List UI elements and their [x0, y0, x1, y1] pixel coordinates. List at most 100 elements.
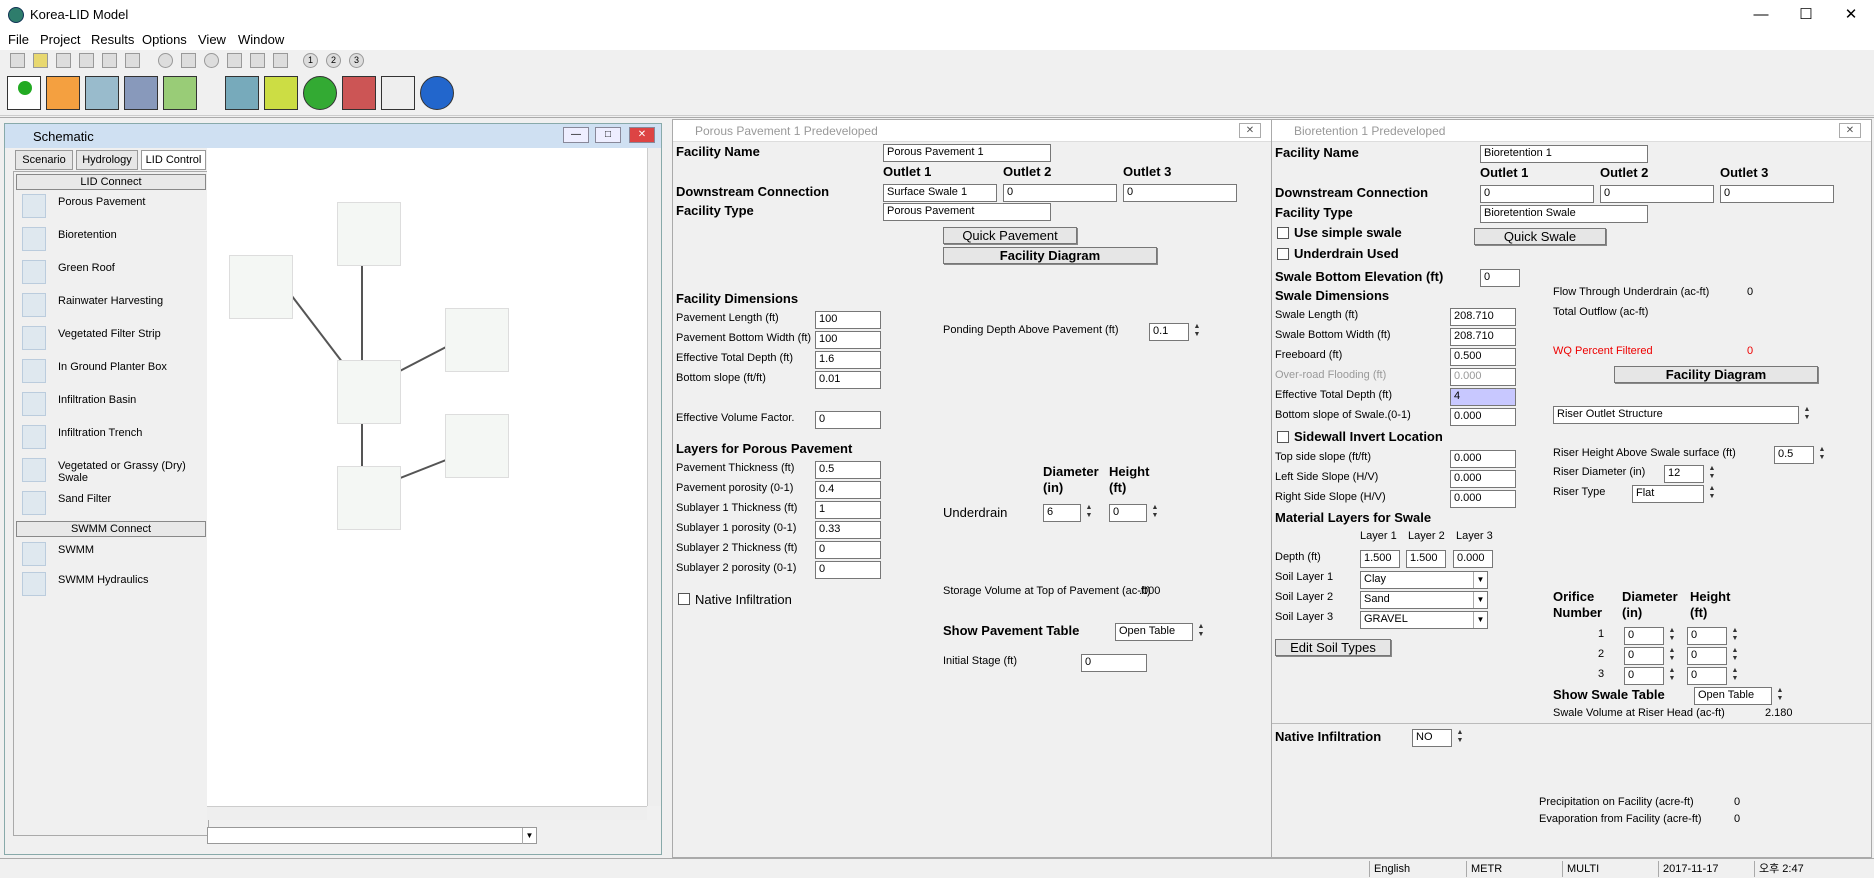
minimize-button[interactable]: —: [1738, 0, 1784, 30]
simple-swale-checkbox[interactable]: [1277, 227, 1289, 239]
riser-height-field[interactable]: 0.5: [1774, 446, 1814, 464]
initial-stage-field[interactable]: 0: [1081, 654, 1147, 672]
save-as-icon[interactable]: [124, 76, 158, 110]
swale-bottom-elev-field[interactable]: 0: [1480, 269, 1520, 287]
swale-slope-field[interactable]: 0.000: [1450, 408, 1516, 426]
swale-length-field[interactable]: 208.710: [1450, 308, 1516, 326]
orifice-2-height[interactable]: 0: [1687, 647, 1727, 665]
bio-close-button[interactable]: ✕: [1839, 123, 1861, 138]
menu-view[interactable]: View: [198, 32, 226, 47]
bio-facility-name-field[interactable]: Bioretention 1: [1480, 145, 1648, 163]
pavement-length-field[interactable]: 100: [815, 311, 881, 329]
ponding-spinner[interactable]: ▲ ▼: [1191, 323, 1203, 341]
bio-native-infiltration-field[interactable]: NO: [1412, 729, 1452, 747]
schematic-minimize-button[interactable]: —: [563, 127, 589, 143]
tab-scenario[interactable]: Scenario: [15, 150, 73, 170]
right-side-slope-field[interactable]: 0.000: [1450, 490, 1516, 508]
grid-icon[interactable]: [227, 53, 242, 68]
lid-item-infiltration-basin[interactable]: Infiltration Basin: [20, 390, 208, 420]
green-roof-node[interactable]: [337, 202, 401, 266]
schematic-restore-button[interactable]: □: [595, 127, 621, 143]
lid-item-planter-box[interactable]: In Ground Planter Box: [20, 357, 208, 387]
bottom-slope-field[interactable]: 0.01: [815, 371, 881, 389]
porous-facility-diagram-button[interactable]: Facility Diagram: [943, 247, 1157, 264]
pavement-width-field[interactable]: 100: [815, 331, 881, 349]
table-icon[interactable]: [102, 53, 117, 68]
underdrain-used-checkbox[interactable]: [1277, 248, 1289, 260]
native-infiltration-checkbox[interactable]: [678, 593, 690, 605]
lid-item-green-roof[interactable]: Green Roof: [20, 258, 208, 288]
lid-item-rainwater-harvesting[interactable]: Rainwater Harvesting: [20, 291, 208, 321]
soil-layer3-select[interactable]: GRAVEL ▼: [1360, 611, 1488, 629]
lid-item-infiltration-trench[interactable]: Infiltration Trench: [20, 423, 208, 453]
eff-depth-field[interactable]: 1.6: [815, 351, 881, 369]
new-project-icon[interactable]: [7, 76, 41, 110]
orifice-2-height-spinner[interactable]: ▲ ▼: [1729, 647, 1741, 665]
print-icon[interactable]: [56, 53, 71, 68]
sidewall-invert-checkbox[interactable]: [1277, 431, 1289, 443]
show-pavement-table-spinner[interactable]: ▲ ▼: [1195, 623, 1207, 641]
soil-layer1-select[interactable]: Clay ▼: [1360, 571, 1488, 589]
edit-icon[interactable]: [10, 53, 25, 68]
overroad-flooding-field[interactable]: 0.000: [1450, 368, 1516, 386]
step-2-icon[interactable]: 2: [326, 53, 341, 68]
riser-diameter-field[interactable]: 12: [1664, 465, 1704, 483]
lid-item-bioretention[interactable]: Bioretention: [20, 225, 208, 255]
planter-box-node-2[interactable]: [445, 414, 509, 478]
bioretention-node[interactable]: [337, 466, 401, 530]
menu-options[interactable]: Options: [142, 32, 187, 47]
lid-item-swale[interactable]: Vegetated or Grassy (Dry) Swale: [20, 456, 208, 486]
downstream-outlet2[interactable]: 0: [1003, 184, 1117, 202]
depth-layer1-field[interactable]: 1.500: [1360, 550, 1400, 568]
open-icon[interactable]: [33, 53, 48, 68]
save-project-icon[interactable]: [85, 76, 119, 110]
record-icon[interactable]: [158, 53, 173, 68]
porous-close-button[interactable]: ✕: [1239, 123, 1261, 138]
porous-pavement-node[interactable]: [337, 360, 401, 424]
downstream-outlet1[interactable]: Surface Swale 1: [883, 184, 997, 202]
riser-structure-spinner[interactable]: ▲ ▼: [1801, 406, 1813, 424]
orifice-1-height[interactable]: 0: [1687, 627, 1727, 645]
box-icon[interactable]: [250, 53, 265, 68]
step-3-icon[interactable]: 3: [349, 53, 364, 68]
bio-downstream-outlet1[interactable]: 0: [1480, 185, 1594, 203]
planter-box-node-1[interactable]: [445, 308, 509, 372]
folder-icon[interactable]: [181, 53, 196, 68]
step-1-icon[interactable]: 1: [303, 53, 318, 68]
show-swale-table-spinner[interactable]: ▲ ▼: [1774, 687, 1786, 705]
lid-item-vegetated-filter-strip[interactable]: Vegetated Filter Strip: [20, 324, 208, 354]
riser-structure-field[interactable]: Riser Outlet Structure: [1553, 406, 1799, 424]
schematic-horizontal-scrollbar[interactable]: [207, 806, 647, 820]
bio-facility-diagram-button[interactable]: Facility Diagram: [1614, 366, 1818, 383]
rain-icon[interactable]: [225, 76, 259, 110]
lid-item-porous-pavement[interactable]: Porous Pavement: [20, 192, 208, 222]
facility-type-field[interactable]: Porous Pavement: [883, 203, 1051, 221]
riser-height-spinner[interactable]: ▲ ▼: [1816, 446, 1828, 464]
orifice-3-diameter-spinner[interactable]: ▲ ▼: [1666, 667, 1678, 685]
layer-pav-thick-field[interactable]: 0.5: [815, 461, 881, 479]
open-project-icon[interactable]: [46, 76, 80, 110]
freeboard-field[interactable]: 0.500: [1450, 348, 1516, 366]
riser-diameter-spinner[interactable]: ▲ ▼: [1706, 465, 1718, 483]
orifice-1-height-spinner[interactable]: ▲ ▼: [1729, 627, 1741, 645]
bio-facility-type-field[interactable]: Bioretention Swale: [1480, 205, 1648, 223]
quick-swale-button[interactable]: Quick Swale: [1474, 228, 1606, 245]
report-icon[interactable]: [381, 76, 415, 110]
depth-layer3-field[interactable]: 0.000: [1453, 550, 1493, 568]
depth-layer2-field[interactable]: 1.500: [1406, 550, 1446, 568]
globe-small-icon[interactable]: [204, 53, 219, 68]
eff-volume-field[interactable]: 0: [815, 411, 881, 429]
save-icon[interactable]: [79, 53, 94, 68]
schematic-canvas[interactable]: [207, 148, 647, 806]
facility-name-field[interactable]: Porous Pavement 1: [883, 144, 1051, 162]
schematic-vertical-scrollbar[interactable]: [647, 148, 661, 806]
underdrain-height-field[interactable]: 0: [1109, 504, 1147, 522]
menu-file[interactable]: File: [8, 32, 29, 47]
top-side-slope-field[interactable]: 0.000: [1450, 450, 1516, 468]
layer-sub2-por-field[interactable]: 0: [815, 561, 881, 579]
underdrain-diameter-spinner[interactable]: ▲ ▼: [1083, 504, 1095, 522]
swmm-item[interactable]: SWMM: [20, 540, 208, 570]
menu-results[interactable]: Results: [91, 32, 134, 47]
picture-icon[interactable]: [273, 53, 288, 68]
bio-downstream-outlet3[interactable]: 0: [1720, 185, 1834, 203]
